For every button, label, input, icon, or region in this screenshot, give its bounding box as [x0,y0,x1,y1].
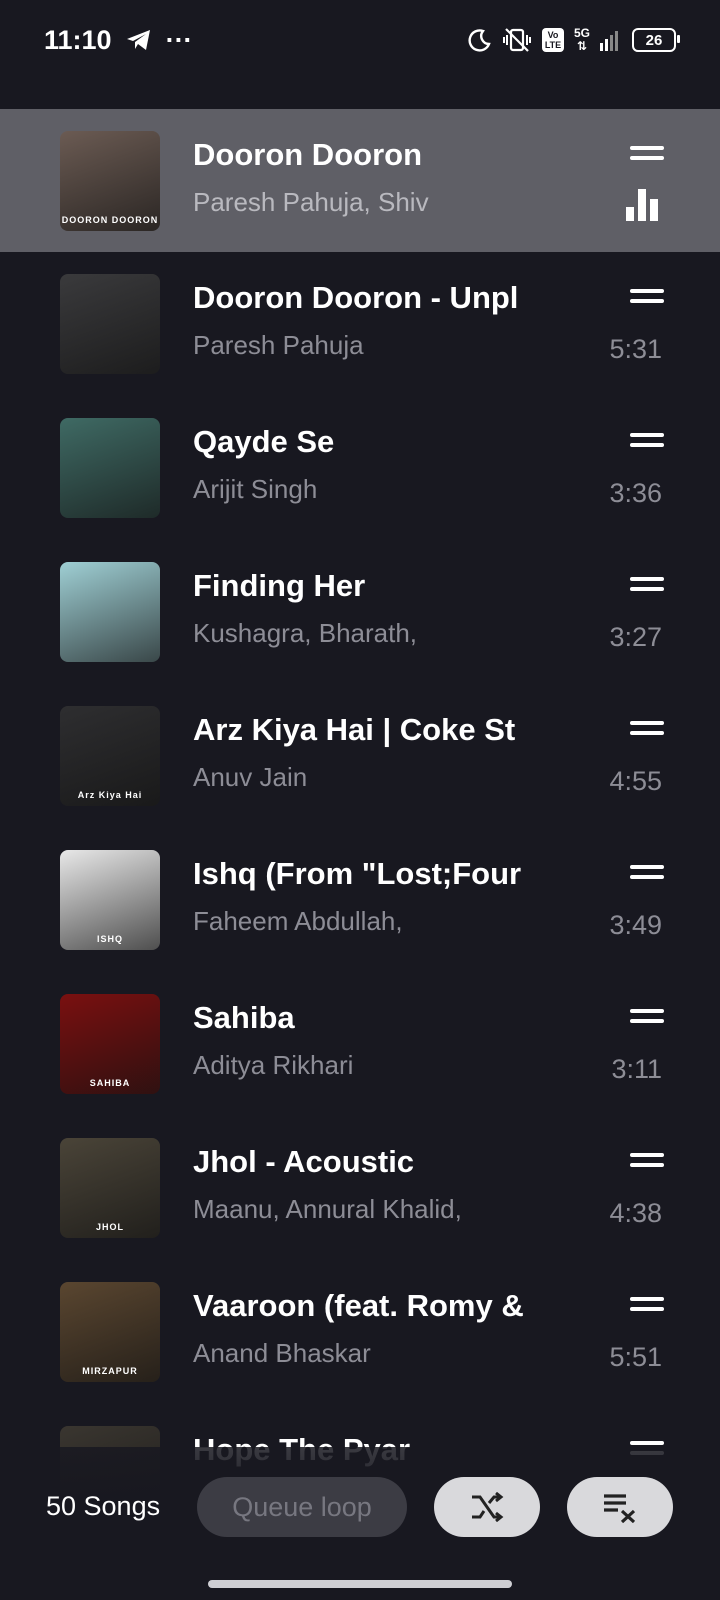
drag-handle-icon[interactable] [630,721,664,735]
drag-handle-icon[interactable] [630,865,664,879]
album-art-caption: ISHQ [96,934,123,944]
song-title: Sahiba [193,1000,295,1035]
song-artist: Anand Bhaskar [193,1338,371,1368]
clear-queue-button[interactable] [567,1477,673,1537]
album-art: SAHIBA [60,994,160,1094]
album-art: MIRZAPUR [60,1282,160,1382]
queue-footer: 50 Songs Queue loop [0,1447,720,1600]
song-title: Jhol - Acoustic [193,1144,415,1179]
album-art [60,274,160,374]
drag-handle-icon[interactable] [630,1153,664,1167]
song-duration: 3:27 [609,622,662,652]
shuffle-button[interactable] [434,1477,540,1537]
song-title: Dooron Dooron - Unpl [193,280,519,315]
status-bar: 11:10 ··· Vo LTE 5G ⇅ 26 [0,0,720,80]
overflow-notifications: ··· [165,24,193,55]
signal-icon [600,29,622,51]
clear-queue-icon [600,1491,640,1523]
song-title: Qayde Se [193,424,335,459]
song-artist: Maanu, Annural Khalid, [193,1194,462,1224]
song-artist: Aditya Rikhari [193,1050,354,1080]
song-row[interactable]: Qayde Se Arijit Singh 3:36 [0,396,720,540]
drag-handle-icon[interactable] [630,1009,664,1023]
battery-icon: 26 [632,28,680,52]
album-art: JHOL [60,1138,160,1238]
album-art [60,562,160,662]
song-artist: Anuv Jain [193,762,308,792]
song-duration: 4:55 [609,766,662,796]
drag-handle-icon[interactable] [630,577,664,591]
song-artist: Kushagra, Bharath, [193,618,418,648]
now-playing-equalizer-icon [626,189,660,221]
song-duration: 4:38 [609,1198,662,1228]
song-title: Finding Her [193,568,366,603]
drag-handle-icon[interactable] [630,289,664,303]
song-row[interactable]: SAHIBA Sahiba Aditya Rikhari 3:11 [0,972,720,1116]
album-art-caption: SAHIBA [89,1078,131,1088]
song-row[interactable]: MIRZAPUR Vaaroon (feat. Romy & Anand Bhask… [0,1260,720,1404]
moon-icon [468,28,492,52]
song-title: Vaaroon (feat. Romy & [193,1288,524,1323]
album-art-caption: DOORON DOORON [61,214,159,225]
shuffle-icon [470,1492,504,1522]
queue-loop-button[interactable]: Queue loop [197,1477,407,1537]
song-artist: Arijit Singh [193,474,318,504]
drag-handle-icon[interactable] [630,1297,664,1311]
song-row[interactable]: Arz Kiya Hai Arz Kiya Hai | Coke St Anuv J… [0,684,720,828]
volte-badge: Vo LTE [541,28,564,52]
telegram-icon [126,29,152,51]
song-duration: 3:49 [609,910,662,940]
album-art-caption: MIRZAPUR [82,1366,138,1376]
song-title: Dooron Dooron [193,137,423,172]
song-artist: Paresh Pahuja, Shiv [193,187,429,217]
song-title: Ishq (From "Lost;Four [193,856,522,891]
album-art: Arz Kiya Hai [60,706,160,806]
home-indicator[interactable] [208,1580,512,1588]
song-duration: 3:36 [609,478,662,508]
album-art: ISHQ [60,850,160,950]
song-row[interactable]: Finding Her Kushagra, Bharath, 3:27 [0,540,720,684]
song-artist: Faheem Abdullah, [193,906,403,936]
song-duration: 5:51 [609,1342,662,1372]
drag-handle-icon[interactable] [630,146,664,160]
song-row[interactable]: JHOL Jhol - Acoustic Maanu, Annural Khalid… [0,1116,720,1260]
songs-count: 50 Songs [46,1491,161,1521]
vibrate-off-icon [502,27,532,53]
song-row[interactable]: DOORON DOORON Dooron Dooron Paresh Pahuja,… [0,109,720,252]
network-indicator: 5G ⇅ [573,26,590,53]
song-title: Arz Kiya Hai | Coke St [193,712,516,747]
album-art: DOORON DOORON [60,130,160,231]
album-art-caption: Arz Kiya Hai [77,790,143,800]
song-artist: Paresh Pahuja [193,330,364,360]
queue-list: DOORON DOORON Dooron Dooron Paresh Pahuja,… [0,109,720,1548]
status-time: 11:10 [44,24,112,55]
album-art-caption: JHOL [95,1222,124,1232]
song-duration: 5:31 [609,334,662,364]
song-duration: 3:11 [611,1054,662,1084]
drag-handle-icon[interactable] [630,433,664,447]
song-row[interactable]: Dooron Dooron - Unpl Paresh Pahuja 5:31 [0,252,720,396]
song-row[interactable]: ISHQ Ishq (From "Lost;Four Faheem Abdullah… [0,828,720,972]
album-art [60,418,160,518]
